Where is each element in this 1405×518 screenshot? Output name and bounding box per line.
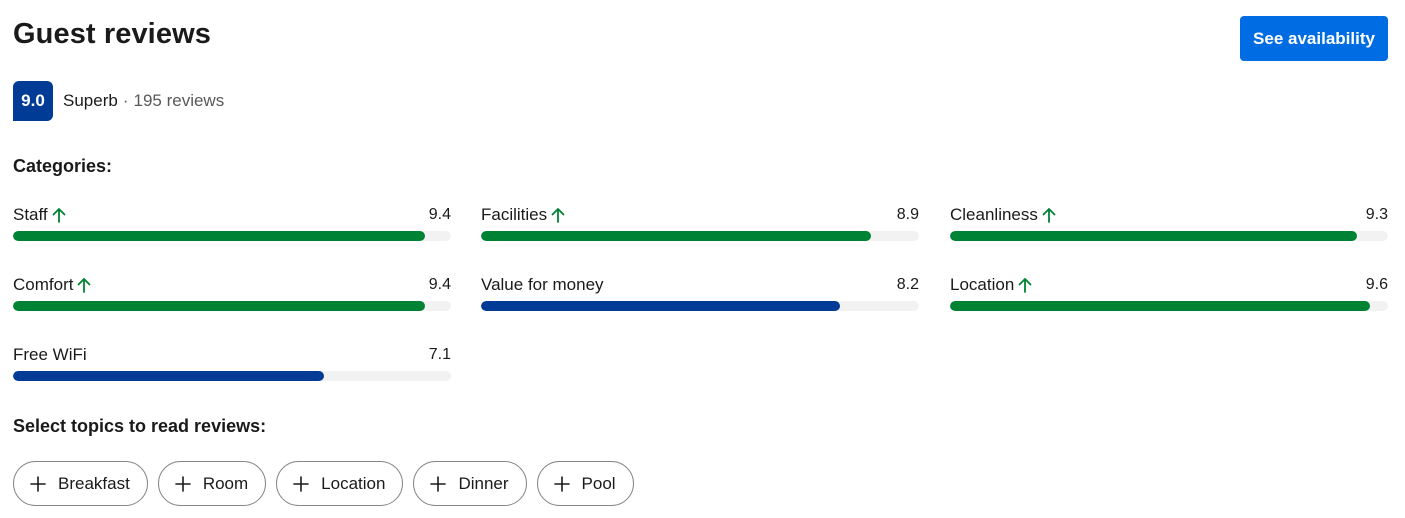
topic-chip-dinner[interactable]: Dinner [413,461,527,506]
topic-chip-label: Location [321,473,386,493]
page-title: Guest reviews [13,18,211,50]
score-badge: 9.0 [13,81,53,121]
score-bar-fill [481,231,871,241]
plus-icon [175,475,191,492]
arrow-up-icon [551,208,565,223]
topic-chip-label: Breakfast [58,473,130,493]
score-bar-fill [13,371,324,381]
category-score: 9.4 [428,206,451,223]
arrow-up-icon [1042,208,1056,223]
score-bar-fill [13,231,425,241]
category-staff: Staff 9.4 [13,204,451,241]
plus-icon [430,475,447,492]
topic-chips: Breakfast Room Location Dinner Pool [13,461,634,506]
separator: · [122,91,129,110]
topic-chip-pool[interactable]: Pool [536,461,634,506]
score-bar [481,301,919,311]
category-comfort: Comfort 9.4 [13,274,451,311]
see-availability-button[interactable]: See availability [1240,16,1388,61]
topic-chip-location[interactable]: Location [276,461,404,506]
category-score: 9.4 [428,276,451,293]
category-value-for-money: Value for money 8.2 [481,274,919,311]
category-name: Value for money [481,275,604,294]
arrow-up-icon [52,208,66,223]
category-cleanliness: Cleanliness 9.3 [950,204,1388,241]
arrow-up-icon [78,278,91,293]
score-bar [13,371,451,381]
category-name: Free WiFi [13,345,87,364]
plus-icon [30,475,46,492]
score-bar [950,231,1388,241]
score-bar-fill [950,301,1371,311]
score-bar-fill [13,301,425,311]
category-score: 9.3 [1365,206,1388,223]
review-count: 195 reviews [133,91,225,110]
category-facilities: Facilities 8.9 [481,204,919,241]
category-name: Comfort [13,275,74,294]
score-bar-fill [950,231,1358,241]
category-name: Location [950,275,1015,294]
topic-chip-label: Room [202,473,249,493]
plus-icon [293,475,309,492]
score-bar-fill [481,301,841,311]
category-name: Staff [13,205,48,224]
topic-chip-label: Dinner [458,473,509,493]
topic-chip-room[interactable]: Room [157,461,267,506]
category-score: 8.2 [896,276,919,293]
topic-chip-breakfast[interactable]: Breakfast [13,461,148,506]
arrow-up-icon [1018,278,1032,293]
guest-reviews-panel: Guest reviews See availability 9.0 Super… [0,0,1405,518]
category-score: 9.6 [1365,276,1388,293]
category-score: 8.9 [896,206,919,223]
category-name: Facilities [481,205,548,224]
score-bar [950,301,1388,311]
topics-heading: Select topics to read reviews: [13,416,267,436]
category-score: 7.1 [428,346,451,363]
plus-icon [553,475,570,492]
topic-chip-label: Pool [581,473,616,493]
rating-word: Superb [63,91,118,110]
category-free-wifi: Free WiFi 7.1 [13,344,451,381]
review-score-summary: 9.0 Superb · 195 reviews [13,81,224,121]
categories-heading: Categories: [13,156,113,176]
category-name: Cleanliness [950,205,1038,224]
category-location: Location 9.6 [950,274,1388,311]
score-bar [13,301,451,311]
score-bar [13,231,451,241]
score-bar [481,231,919,241]
